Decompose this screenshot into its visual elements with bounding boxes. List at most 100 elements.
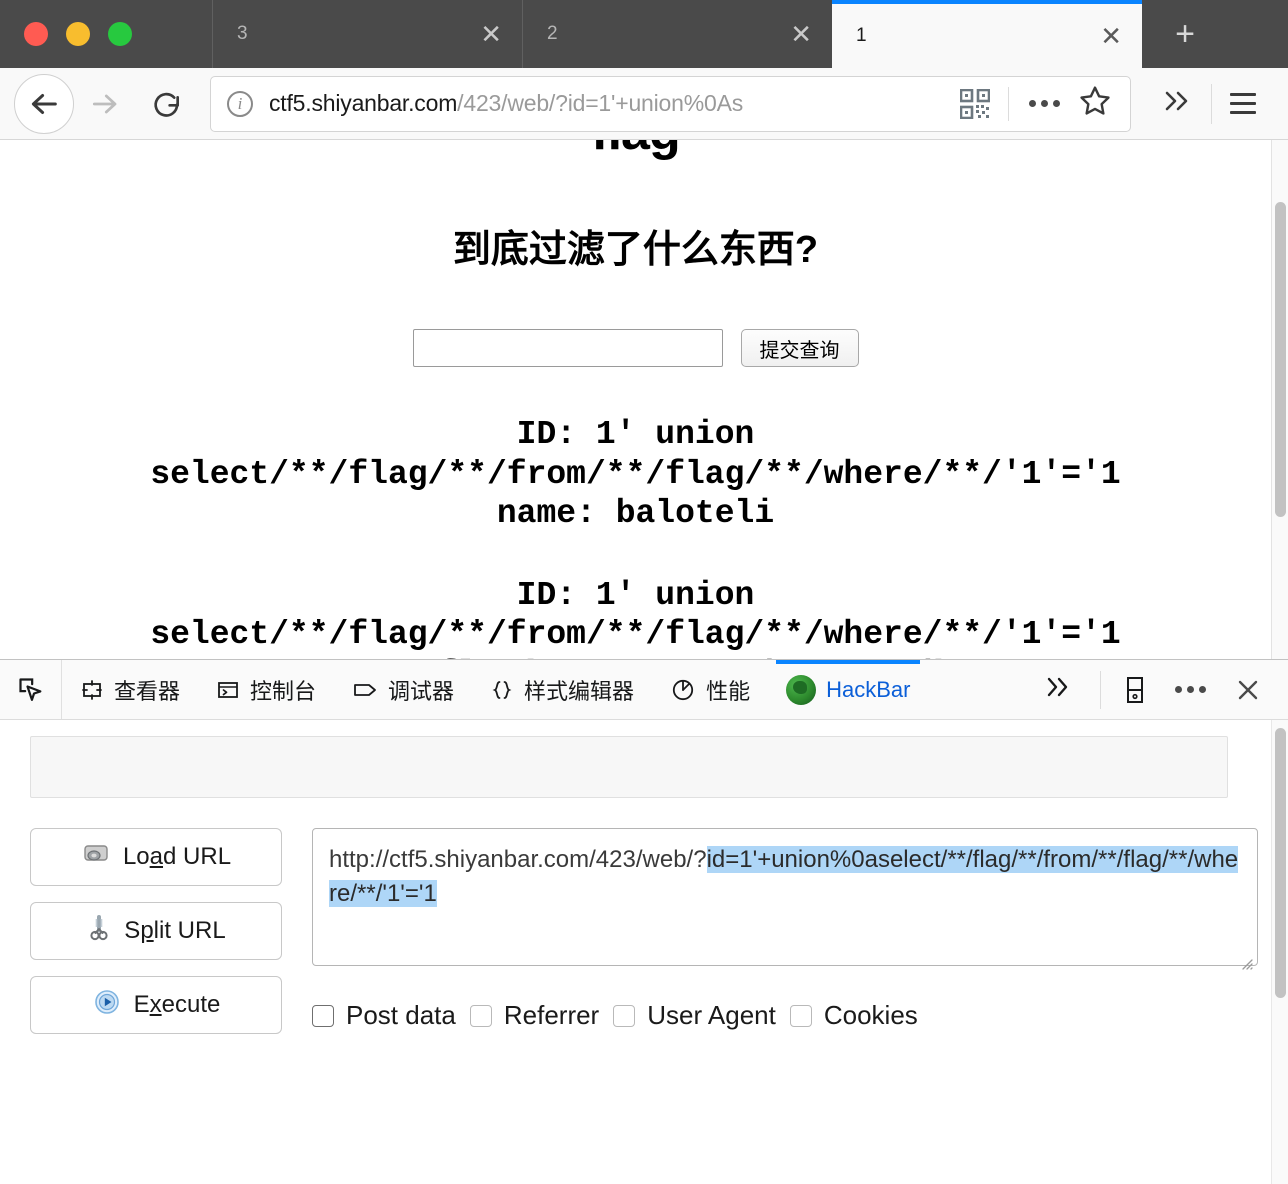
checkbox-box[interactable] <box>312 1004 334 1027</box>
tab-label: 样式编辑器 <box>524 678 635 704</box>
page-title: flag <box>0 140 1271 162</box>
result-id-line: ID: 1' union select/**/flag/**/from/**/f… <box>150 576 1121 654</box>
info-circle-icon[interactable]: i <box>227 90 253 117</box>
close-window-button[interactable] <box>24 22 48 46</box>
tab-performance[interactable]: 性能 <box>652 660 768 719</box>
load-url-icon <box>81 841 111 874</box>
scrollbar-thumb[interactable] <box>1275 202 1286 517</box>
hamburger-menu-icon[interactable] <box>1212 93 1274 114</box>
resize-grip-icon[interactable] <box>1237 946 1253 970</box>
page-vertical-scrollbar[interactable] <box>1271 140 1288 659</box>
hackbar-panel: Load URL Split URL Execute http://ctf5.s… <box>0 720 1288 1184</box>
inspector-icon <box>80 678 104 702</box>
devtools-toolbar: 查看器 控制台 调试器 样式编辑器 性能 HackBar <box>0 660 1288 720</box>
checkbox-box[interactable] <box>613 1004 636 1027</box>
close-tab-icon[interactable]: ✕ <box>480 21 502 47</box>
load-url-button[interactable]: Load URL <box>30 828 282 886</box>
browser-tab-3[interactable]: 3 ✕ <box>212 0 522 68</box>
tab-debugger[interactable]: 调试器 <box>334 660 472 719</box>
button-label: Execute <box>133 991 221 1018</box>
close-tab-icon[interactable]: ✕ <box>790 21 812 47</box>
hackbar-actions: Load URL Split URL Execute <box>30 828 282 1034</box>
checkbox-box[interactable] <box>469 1004 492 1027</box>
tab-label: HackBar <box>826 676 911 702</box>
toolbar-overflow-icon[interactable] <box>1143 87 1211 120</box>
new-tab-button[interactable]: + <box>1142 0 1228 68</box>
url-text: ctf5.shiyanbar.com/423/web/?id=1'+union%… <box>269 90 960 117</box>
result-name-line: name: flag{Y0u_@r3_5O_dAmn_9OOd} <box>319 656 953 659</box>
tab-inspector[interactable]: 查看器 <box>62 660 198 719</box>
tab-label: 性能 <box>706 678 751 704</box>
tab-console[interactable]: 控制台 <box>198 660 334 719</box>
hackbar-options: Post data Referrer User Agent Cookies <box>312 1000 1258 1031</box>
devtools-tab-list: 查看器 控制台 调试器 样式编辑器 性能 HackBar <box>62 660 1028 719</box>
result-id-line: ID: 1' union select/**/flag/**/from/**/f… <box>150 416 1121 493</box>
page-actions-ellipsis-icon[interactable] <box>1019 100 1070 107</box>
checkbox-cookies[interactable]: Cookies <box>789 1000 918 1031</box>
tab-label: 3 <box>237 23 248 44</box>
tab-style-editor[interactable]: 样式编辑器 <box>472 660 652 719</box>
toolbar-right-group <box>1143 83 1274 124</box>
tab-label: 2 <box>547 23 558 44</box>
tab-label: 查看器 <box>114 678 181 704</box>
hackbar-main: Load URL Split URL Execute http://ctf5.s… <box>30 828 1258 1034</box>
tab-hackbar[interactable]: HackBar <box>768 660 928 719</box>
browser-toolbar: i ctf5.shiyanbar.com/423/web/?id=1'+unio… <box>0 68 1288 140</box>
hackbar-top-bar[interactable] <box>30 736 1228 798</box>
element-picker-button[interactable] <box>0 660 62 719</box>
checkbox-post-data[interactable]: Post data <box>312 1000 456 1031</box>
devtools-panel: 查看器 控制台 调试器 样式编辑器 性能 HackBar Load URL Sp… <box>0 659 1288 1184</box>
button-label: Load URL <box>122 843 232 870</box>
devtools-toolbar-right <box>1028 660 1288 719</box>
checkbox-box[interactable] <box>789 1004 812 1027</box>
scrollbar-thumb[interactable] <box>1275 728 1286 998</box>
reload-button[interactable] <box>136 73 198 135</box>
result-name-line: name: baloteli <box>496 495 775 533</box>
responsive-design-mode-icon[interactable] <box>1111 676 1159 704</box>
checkbox-label: Post data <box>346 1000 456 1030</box>
devtools-vertical-scrollbar[interactable] <box>1271 720 1288 1184</box>
checkbox-label: Referrer <box>503 1000 600 1030</box>
back-button[interactable] <box>14 73 74 134</box>
checkbox-label: Cookies <box>823 1000 918 1030</box>
tab-label: 控制台 <box>250 678 317 704</box>
toolbar-divider <box>1008 86 1009 121</box>
minimize-window-button[interactable] <box>66 22 90 46</box>
tab-label: 调试器 <box>388 678 455 704</box>
tab-label: 1 <box>856 25 867 46</box>
page-subtitle: 到底过滤了什么东西? <box>452 229 819 271</box>
submit-query-button[interactable]: 提交查询 <box>740 329 859 367</box>
checkbox-referrer[interactable]: Referrer <box>469 1000 600 1031</box>
hackbar-url-textarea[interactable]: http://ctf5.shiyanbar.com/423/web/?id=1'… <box>312 828 1258 970</box>
bookmark-star-icon[interactable] <box>1070 84 1120 123</box>
query-result-2: ID: 1' union select/**/flag/**/from/**/f… <box>0 576 1271 659</box>
search-input[interactable] <box>412 329 723 367</box>
maximize-window-button[interactable] <box>108 22 132 46</box>
element-picker-icon <box>18 677 41 701</box>
url-path: /423/web/?id=1'+union%0As <box>457 90 744 116</box>
style-editor-icon <box>490 678 514 702</box>
window-controls <box>0 0 212 68</box>
forward-button[interactable] <box>74 73 136 135</box>
devtools-close-icon[interactable] <box>1222 676 1274 704</box>
browser-tab-1-active[interactable]: 1 ✕ <box>832 0 1142 68</box>
hackbar-icon <box>786 674 817 705</box>
checkbox-label: User Agent <box>647 1000 776 1030</box>
url-host: ctf5.shiyanbar.com <box>269 90 458 116</box>
devtools-overflow-icon[interactable] <box>1028 674 1090 705</box>
button-label: Split URL <box>124 917 226 944</box>
performance-icon <box>670 677 696 703</box>
devtools-options-ellipsis-icon[interactable] <box>1163 686 1218 693</box>
checkbox-user-agent[interactable]: User Agent <box>613 1000 776 1031</box>
console-icon <box>216 678 240 702</box>
back-arrow-icon <box>31 93 57 114</box>
qr-code-icon[interactable] <box>959 88 991 119</box>
split-url-button[interactable]: Split URL <box>30 902 282 960</box>
execute-button[interactable]: Execute <box>30 976 282 1034</box>
address-bar[interactable]: i ctf5.shiyanbar.com/423/web/?id=1'+unio… <box>210 75 1131 132</box>
page-content: flag 到底过滤了什么东西? 提交查询 ID: 1' union select… <box>0 140 1271 659</box>
devtools-divider <box>1100 670 1101 709</box>
close-tab-icon[interactable]: ✕ <box>1100 23 1122 49</box>
browser-tab-2[interactable]: 2 ✕ <box>522 0 832 68</box>
browser-tab-strip: 3 ✕ 2 ✕ 1 ✕ + <box>0 0 1288 68</box>
